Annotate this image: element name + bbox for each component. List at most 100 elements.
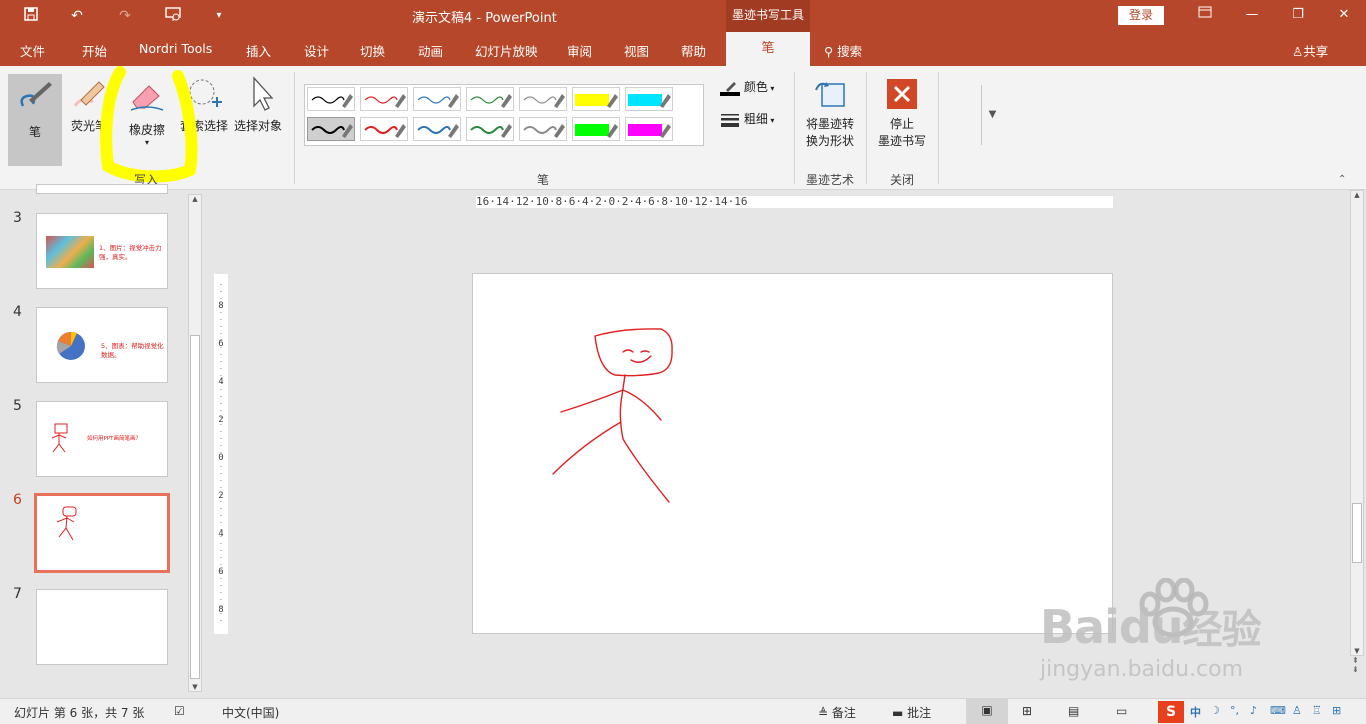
pen-swatch[interactable]: [307, 117, 355, 141]
thickness-button[interactable]: 粗细 ▾: [720, 110, 782, 128]
slide-thumbnail-4[interactable]: 5、图表：帮助视觉化数据。: [36, 307, 168, 383]
pen-swatch[interactable]: [572, 117, 620, 141]
svg-text:2: 2: [218, 415, 223, 425]
pen-swatch[interactable]: [307, 87, 355, 111]
normal-view-icon[interactable]: ▣: [966, 699, 1008, 724]
comments-button[interactable]: ▬ 批注: [892, 704, 931, 721]
pen-swatch[interactable]: [360, 117, 408, 141]
group-separator: [938, 72, 939, 184]
notes-icon: ≜: [818, 706, 829, 720]
ime-chinese-icon[interactable]: 中: [1190, 704, 1201, 720]
slide-thumbnail-5[interactable]: 如何用PPT画简笔画？: [36, 401, 168, 477]
scroll-down-icon[interactable]: ▼: [189, 683, 201, 691]
stop-x-icon: [887, 79, 917, 109]
redo-icon[interactable]: ↷: [114, 6, 136, 26]
pen-color-label: 颜色: [743, 80, 768, 94]
scroll-down-icon[interactable]: ▼: [1351, 647, 1363, 655]
tab-view[interactable]: 视图: [624, 41, 649, 60]
pen-gallery[interactable]: ▼: [304, 84, 996, 146]
pen-swatch[interactable]: [466, 117, 514, 141]
slide-number: 7: [13, 586, 22, 602]
language-indicator[interactable]: 中文(中国): [222, 704, 279, 721]
pen-swatch[interactable]: [519, 117, 567, 141]
ime-grid-icon[interactable]: ⊞: [1332, 704, 1341, 717]
pen-swatch[interactable]: [572, 87, 620, 111]
save-icon[interactable]: [20, 6, 42, 26]
login-button[interactable]: 登录: [1118, 6, 1164, 25]
prev-next-slide-icons[interactable]: ⇞ ⇟: [1352, 656, 1359, 674]
pen-swatch[interactable]: [625, 87, 673, 111]
slide-sorter-icon[interactable]: ⊞: [1022, 704, 1032, 718]
user-icon: ♙: [1292, 44, 1304, 59]
stop-label-line2: 墨迹书写: [877, 134, 926, 148]
slide-thumbnail-7[interactable]: [36, 589, 168, 665]
thumbnail-scrollbar[interactable]: ▲ ▼: [188, 194, 202, 692]
present-from-start-icon[interactable]: [162, 6, 184, 26]
search-box[interactable]: ⚲ 搜索: [824, 41, 862, 60]
tab-slideshow[interactable]: 幻灯片放映: [475, 41, 538, 60]
ime-punctuation-icon[interactable]: °,: [1230, 704, 1239, 717]
undo-icon[interactable]: ↶: [66, 6, 88, 26]
group-separator: [866, 72, 867, 184]
title-bar: ↶ ↷ ▾ 演示文稿4 - PowerPoint 墨迹书写工具 登录 — ❐ ✕: [0, 0, 1366, 32]
reading-view-icon[interactable]: ▤: [1068, 704, 1079, 718]
pen-swatch[interactable]: [413, 117, 461, 141]
tab-design[interactable]: 设计: [304, 41, 329, 60]
collapse-ribbon-icon[interactable]: ⌃: [1338, 174, 1346, 185]
slideshow-view-icon[interactable]: ▭: [1116, 704, 1127, 718]
slide-thumbnail-6-selected[interactable]: [34, 493, 170, 573]
pen-swatch[interactable]: [519, 87, 567, 111]
customize-quick-access-icon[interactable]: ▾: [208, 6, 230, 26]
tab-review[interactable]: 审阅: [567, 41, 592, 60]
thumbnail-stick-figure: [51, 423, 68, 453]
spell-check-icon[interactable]: ☑: [174, 704, 185, 718]
vertical-ruler: 8 6 4 2 0 2 4 6 8: [214, 274, 228, 634]
pen-swatch[interactable]: [625, 117, 673, 141]
tab-nordri-tools[interactable]: Nordri Tools: [139, 41, 212, 56]
stop-inking-button[interactable]: 停止 墨迹书写: [872, 78, 932, 149]
scroll-up-icon[interactable]: ▲: [1351, 191, 1363, 199]
ink-to-shape-icon: [815, 82, 845, 107]
tab-help[interactable]: 帮助: [681, 41, 706, 60]
close-icon[interactable]: ✕: [1332, 5, 1356, 25]
ime-shirt-icon[interactable]: ♖: [1312, 704, 1322, 717]
restore-icon[interactable]: ❐: [1286, 5, 1310, 25]
thumbnail-text: 1、图片：视觉冲击力强，真实。: [99, 244, 162, 261]
select-objects-button[interactable]: 选择对象: [232, 76, 284, 134]
pen-tool-button[interactable]: 笔: [8, 74, 62, 166]
convert-ink-to-shape-button[interactable]: 将墨迹转 换为形状: [800, 76, 860, 149]
ime-moon-icon[interactable]: ☽: [1210, 704, 1220, 717]
cursor-arrow-icon: [253, 76, 274, 111]
sogou-ime-icon[interactable]: S: [1158, 701, 1184, 723]
notes-label: 备注: [831, 706, 856, 720]
contextual-tab-group-ink-tools: 墨迹书写工具: [726, 0, 810, 32]
pen-swatch[interactable]: [360, 87, 408, 111]
pen-color-button[interactable]: 颜色 ▾: [720, 78, 782, 96]
pen-swatch[interactable]: [413, 87, 461, 111]
tab-animations[interactable]: 动画: [418, 41, 443, 60]
ink-stick-figure-drawing[interactable]: [473, 274, 1114, 635]
tab-insert[interactable]: 插入: [246, 41, 271, 60]
share-button[interactable]: ♙共享: [1292, 41, 1328, 60]
main-scrollbar[interactable]: ▲ ▼: [1350, 190, 1364, 656]
tab-transitions[interactable]: 切换: [360, 41, 385, 60]
slide-thumbnail-3[interactable]: 1、图片：视觉冲击力强，真实。: [36, 213, 168, 289]
notes-button[interactable]: ≜ 备注: [818, 704, 856, 721]
ime-keyboard-icon[interactable]: ⌨: [1270, 704, 1286, 717]
tab-pen[interactable]: 笔: [726, 32, 810, 66]
ribbon-display-options-icon[interactable]: [1193, 5, 1217, 25]
ime-mic-icon[interactable]: ♪: [1250, 704, 1257, 717]
thumbnail-text: 如何用PPT画简笔画？: [87, 436, 141, 442]
scrollbar-thumb[interactable]: [190, 335, 200, 679]
scrollbar-thumb[interactable]: [1352, 503, 1362, 563]
scroll-up-icon[interactable]: ▲: [189, 195, 201, 203]
ime-person-icon[interactable]: ♙: [1292, 704, 1302, 717]
slide-canvas[interactable]: [472, 273, 1113, 634]
pen-swatch[interactable]: [466, 87, 514, 111]
tab-home[interactable]: 开始: [82, 41, 107, 60]
slide-thumbnail-partial[interactable]: [36, 184, 168, 194]
svg-text:4: 4: [218, 529, 223, 539]
gallery-more-icon[interactable]: ▼: [981, 85, 1003, 145]
minimize-icon[interactable]: —: [1240, 5, 1264, 25]
tab-file[interactable]: 文件: [20, 41, 45, 60]
